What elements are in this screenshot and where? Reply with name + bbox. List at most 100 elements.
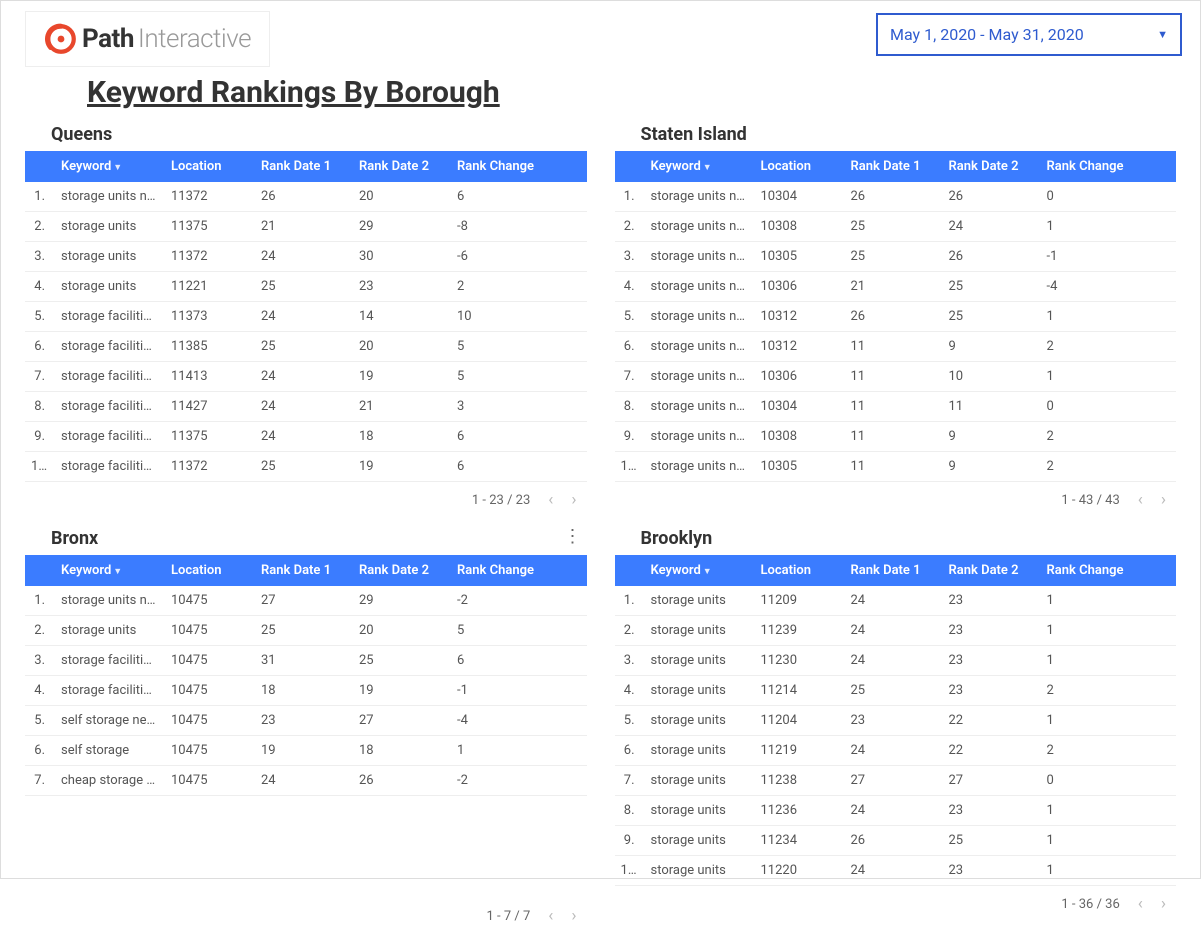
cell-keyword: storage faciliti… — [55, 422, 165, 452]
table-row[interactable]: 4.storage units1121425232 — [615, 676, 1177, 706]
col-rank-1[interactable]: Rank Date 1 — [255, 151, 353, 182]
col-keyword[interactable]: Keyword▼ — [55, 555, 165, 586]
pager-staten-island: 1 - 43 / 43 ‹ › — [615, 482, 1177, 514]
page-next-icon[interactable]: › — [571, 490, 576, 510]
cell-rank-change: 6 — [451, 646, 587, 676]
table-row[interactable]: 9.storage faciliti…1137524186 — [25, 422, 587, 452]
col-location[interactable]: Location — [755, 151, 845, 182]
page-prev-icon[interactable]: ‹ — [1138, 894, 1143, 914]
table-row[interactable]: 5.storage faciliti…11373241410 — [25, 302, 587, 332]
page-next-icon[interactable]: › — [1161, 894, 1166, 914]
col-rank-1[interactable]: Rank Date 1 — [255, 555, 353, 586]
table-row[interactable]: 2.storage units113752129-8 — [25, 212, 587, 242]
table-row[interactable]: 7.storage faciliti…1141324195 — [25, 362, 587, 392]
table-row[interactable]: 1.storage units n…104752729-2 — [25, 586, 587, 616]
col-rank-2[interactable]: Rank Date 2 — [353, 151, 451, 182]
col-location[interactable]: Location — [755, 555, 845, 586]
table-row[interactable]: 1…storage faciliti…1137225196 — [25, 452, 587, 482]
table-row[interactable]: 6.storage units1121924222 — [615, 736, 1177, 766]
page-next-icon[interactable]: › — [1161, 490, 1166, 510]
row-index: 1… — [615, 856, 645, 886]
cell-location: 10306 — [755, 272, 845, 302]
cell-rank-1: 24 — [255, 422, 353, 452]
caret-down-icon: ▼ — [1157, 28, 1168, 41]
cell-keyword: storage units n… — [55, 182, 165, 212]
col-rank-change[interactable]: Rank Change — [451, 555, 587, 586]
table-row[interactable]: 4.storage faciliti…104751819-1 — [25, 676, 587, 706]
cell-rank-2: 30 — [353, 242, 451, 272]
col-rank-2[interactable]: Rank Date 2 — [943, 151, 1041, 182]
col-rank-2[interactable]: Rank Date 2 — [943, 555, 1041, 586]
row-index: 7. — [615, 362, 645, 392]
cell-rank-2: 26 — [943, 182, 1041, 212]
table-row[interactable]: 8.storage units1123624231 — [615, 796, 1177, 826]
col-rank-change[interactable]: Rank Change — [451, 151, 587, 182]
cell-keyword: storage units — [645, 766, 755, 796]
table-row[interactable]: 6.storage faciliti…1138525205 — [25, 332, 587, 362]
table-row[interactable]: 4.storage units1122125232 — [25, 272, 587, 302]
table-row[interactable]: 3.storage units1123024231 — [615, 646, 1177, 676]
cell-rank-2: 9 — [943, 422, 1041, 452]
col-rank-2[interactable]: Rank Date 2 — [353, 555, 451, 586]
table-row[interactable]: 8.storage faciliti…1142724213 — [25, 392, 587, 422]
cell-location: 11214 — [755, 676, 845, 706]
cell-rank-2: 18 — [353, 736, 451, 766]
cell-location: 10312 — [755, 332, 845, 362]
col-rank-1[interactable]: Rank Date 1 — [845, 151, 943, 182]
col-keyword[interactable]: Keyword▼ — [55, 151, 165, 182]
cell-rank-1: 27 — [255, 586, 353, 616]
row-index: 1. — [25, 586, 55, 616]
table-row[interactable]: 2.storage units n…1030825241 — [615, 212, 1177, 242]
col-location[interactable]: Location — [165, 151, 255, 182]
page-prev-icon[interactable]: ‹ — [548, 490, 553, 510]
table-row[interactable]: 4.storage units n…103062125-4 — [615, 272, 1177, 302]
page-prev-icon[interactable]: ‹ — [1138, 490, 1143, 510]
table-row[interactable]: 3.storage units n…103052526-1 — [615, 242, 1177, 272]
table-row[interactable]: 1.storage units1120924231 — [615, 586, 1177, 616]
table-row[interactable]: 5.storage units1120423221 — [615, 706, 1177, 736]
table-row[interactable]: 8.storage units n…1030411110 — [615, 392, 1177, 422]
cell-rank-change: 2 — [1041, 452, 1177, 482]
table-row[interactable]: 1.storage units n…1137226206 — [25, 182, 587, 212]
page-prev-icon[interactable]: ‹ — [548, 906, 553, 926]
col-location[interactable]: Location — [165, 555, 255, 586]
page-next-icon[interactable]: › — [571, 906, 576, 926]
cell-rank-1: 24 — [255, 242, 353, 272]
table-row[interactable]: 1…storage units n…103051192 — [615, 452, 1177, 482]
cell-rank-change: 1 — [1041, 586, 1177, 616]
col-rank-change[interactable]: Rank Change — [1041, 151, 1177, 182]
table-row[interactable]: 2.storage units1123924231 — [615, 616, 1177, 646]
cell-rank-change: -4 — [1041, 272, 1177, 302]
col-keyword[interactable]: Keyword▼ — [645, 555, 755, 586]
table-row[interactable]: 7.cheap storage …104752426-2 — [25, 766, 587, 796]
kebab-menu-icon[interactable]: ⋮ — [563, 528, 583, 546]
date-range-picker[interactable]: May 1, 2020 - May 31, 2020 ▼ — [876, 13, 1182, 56]
cell-rank-1: 25 — [255, 332, 353, 362]
table-row[interactable]: 6.self storage1047519181 — [25, 736, 587, 766]
table-row[interactable]: 5.self storage ne…104752327-4 — [25, 706, 587, 736]
table-row[interactable]: 3.storage units113722430-6 — [25, 242, 587, 272]
cell-rank-2: 23 — [943, 646, 1041, 676]
cell-location: 11413 — [165, 362, 255, 392]
table-row[interactable]: 1…storage units1122024231 — [615, 856, 1177, 886]
table-row[interactable]: 3.storage faciliti…1047531256 — [25, 646, 587, 676]
tbody-brooklyn: 1.storage units11209242312.storage units… — [615, 586, 1177, 886]
col-rank-1[interactable]: Rank Date 1 — [845, 555, 943, 586]
cell-rank-1: 27 — [845, 766, 943, 796]
table-row[interactable]: 5.storage units n…1031226251 — [615, 302, 1177, 332]
table-row[interactable]: 1.storage units n…1030426260 — [615, 182, 1177, 212]
section-staten-island: Staten Island Keyword▼ Location Rank Dat… — [615, 110, 1177, 514]
row-index: 1. — [615, 586, 645, 616]
table-row[interactable]: 6.storage units n…103121192 — [615, 332, 1177, 362]
cell-rank-change: 0 — [1041, 766, 1177, 796]
table-row[interactable]: 9.storage units1123426251 — [615, 826, 1177, 856]
table-row[interactable]: 7.storage units1123827270 — [615, 766, 1177, 796]
table-staten-island: Keyword▼ Location Rank Date 1 Rank Date … — [615, 151, 1177, 482]
col-keyword[interactable]: Keyword▼ — [645, 151, 755, 182]
table-row[interactable]: 2.storage units1047525205 — [25, 616, 587, 646]
cell-rank-change: 1 — [451, 736, 587, 766]
col-rank-change[interactable]: Rank Change — [1041, 555, 1177, 586]
table-row[interactable]: 9.storage units n…103081192 — [615, 422, 1177, 452]
row-index: 5. — [615, 302, 645, 332]
table-row[interactable]: 7.storage units n…1030611101 — [615, 362, 1177, 392]
